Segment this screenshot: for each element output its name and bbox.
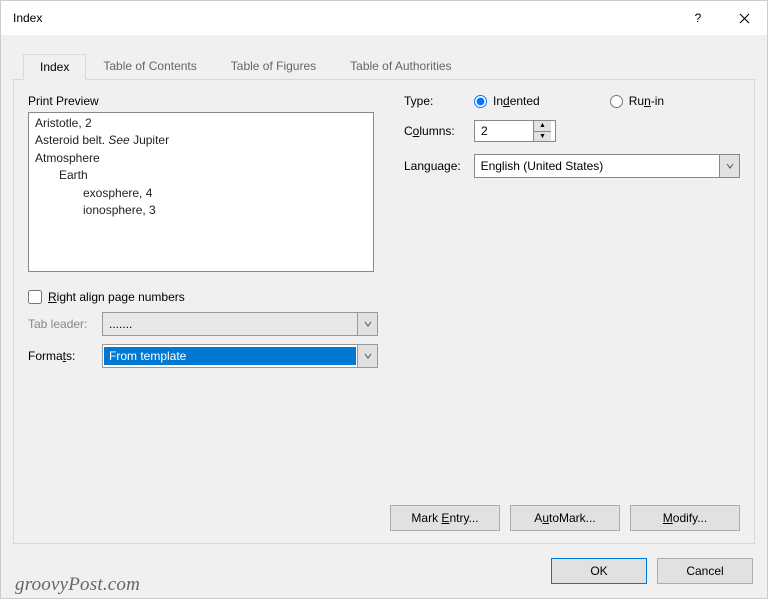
help-button[interactable]: ?: [675, 2, 721, 34]
formats-row: Formats: Formats: From template: [28, 344, 378, 368]
tab-toc[interactable]: Table of Contents: [86, 53, 213, 79]
tab-tof[interactable]: Table of Figures: [214, 53, 333, 79]
chevron-down-icon: [357, 313, 377, 335]
preview-line: Asteroid belt. See Jupiter: [35, 132, 367, 149]
watermark: groovyPost.com: [15, 574, 140, 596]
panel-button-row: Mark Entry...Mark Entry... AutoMark...Au…: [390, 505, 740, 531]
cancel-button[interactable]: Cancel: [657, 558, 753, 584]
titlebar: Index ?: [1, 1, 767, 35]
window-title: Index: [13, 11, 675, 25]
columns-spinner[interactable]: ▲ ▼: [474, 120, 556, 142]
formats-label: Formats:: [28, 349, 102, 363]
tab-leader-dropdown[interactable]: .......: [102, 312, 378, 336]
right-align-label: RRight align page numbersight align page…: [48, 290, 185, 304]
language-row: Language: English (United States): [404, 154, 740, 178]
preview-line: Earth: [35, 167, 367, 184]
close-button[interactable]: [721, 2, 767, 34]
left-column: Print Preview Aristotle, 2 Asteroid belt…: [28, 94, 378, 368]
right-column: Type: Indented Indented Run-in Run-in Co…: [404, 94, 740, 190]
right-align-row: RRight align page numbersight align page…: [28, 290, 378, 304]
columns-input[interactable]: [475, 121, 533, 141]
tab-leader-value: .......: [103, 317, 357, 331]
spin-down-icon[interactable]: ▼: [534, 132, 551, 142]
formats-value: From template: [104, 347, 356, 365]
ok-button[interactable]: OK: [551, 558, 647, 584]
spin-up-icon[interactable]: ▲: [534, 121, 551, 132]
print-preview-box[interactable]: Aristotle, 2 Asteroid belt. See Jupiter …: [28, 112, 374, 272]
indented-radio[interactable]: [474, 95, 487, 108]
modify-button[interactable]: Modify...Modify...: [630, 505, 740, 531]
language-value: English (United States): [475, 159, 719, 173]
spinner-buttons: ▲ ▼: [533, 121, 551, 141]
chevron-down-icon: [719, 155, 739, 177]
indented-radio-wrap[interactable]: Indented Indented: [474, 94, 540, 108]
tab-panel-index: Print Preview Aristotle, 2 Asteroid belt…: [13, 79, 755, 544]
tab-leader-label: Tab leader:: [28, 317, 102, 331]
tab-leader-row: Tab leader: .......: [28, 312, 378, 336]
automark-button[interactable]: AutoMark...AutoMark...: [510, 505, 620, 531]
preview-line: Aristotle, 2: [35, 115, 367, 132]
print-preview-label: Print Preview: [28, 94, 378, 108]
preview-line: ionosphere, 3: [35, 202, 367, 219]
index-dialog: Index ? Index Table of Contents Table of…: [0, 0, 768, 599]
formats-dropdown[interactable]: From template: [102, 344, 378, 368]
right-align-checkbox[interactable]: [28, 290, 42, 304]
type-label: Type:: [404, 94, 474, 108]
preview-line: Atmosphere: [35, 150, 367, 167]
indented-label: Indented: [493, 94, 540, 108]
dialog-footer: OK Cancel: [551, 558, 753, 584]
tabstrip: Index Table of Contents Table of Figures…: [23, 53, 469, 79]
runin-radio[interactable]: [610, 95, 623, 108]
runin-radio-wrap[interactable]: Run-in Run-in: [610, 94, 664, 108]
dialog-content: Index Table of Contents Table of Figures…: [1, 35, 767, 598]
tab-toa[interactable]: Table of Authorities: [333, 53, 468, 79]
type-row: Type: Indented Indented Run-in Run-in: [404, 94, 740, 108]
tab-index[interactable]: Index: [23, 54, 86, 80]
language-dropdown[interactable]: English (United States): [474, 154, 740, 178]
columns-row: Columns: Columns: ▲ ▼: [404, 120, 740, 142]
preview-line: exosphere, 4: [35, 185, 367, 202]
mark-entry-button[interactable]: Mark Entry...Mark Entry...: [390, 505, 500, 531]
chevron-down-icon: [357, 345, 377, 367]
language-label: Language:: [404, 159, 474, 173]
runin-label: Run-in: [629, 94, 664, 108]
columns-label: Columns:: [404, 124, 474, 138]
